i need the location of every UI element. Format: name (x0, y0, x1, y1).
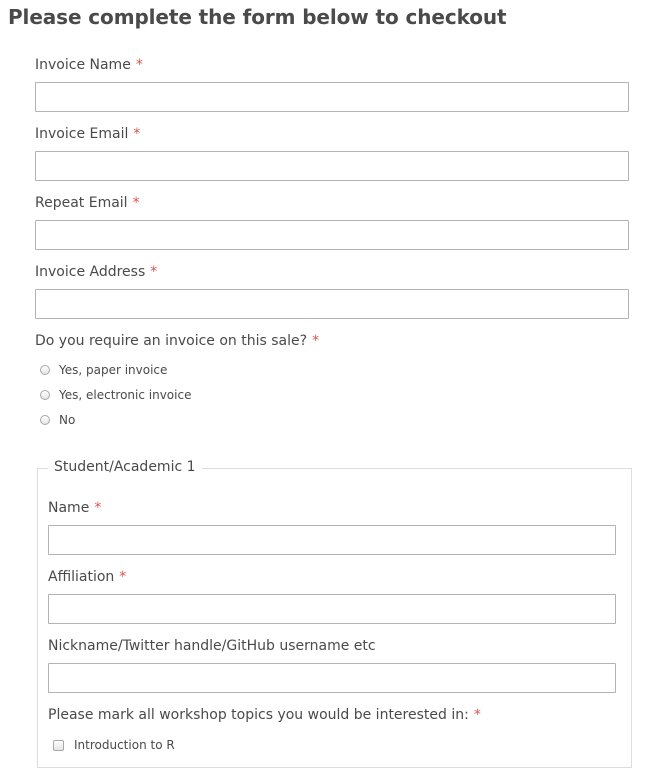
page-title: Please complete the form below to checko… (8, 5, 507, 29)
radio-option-electronic-invoice[interactable]: Yes, electronic invoice (40, 386, 191, 404)
workshop-topics-label: Please mark all workshop topics you woul… (48, 707, 481, 723)
invoice-email-label-text: Invoice Email (35, 126, 129, 142)
radio-option-label: No (59, 413, 76, 427)
repeat-email-label-text: Repeat Email (35, 195, 128, 211)
required-asterisk: * (94, 500, 102, 516)
repeat-email-input[interactable] (35, 220, 629, 250)
invoice-name-label: Invoice Name * (35, 57, 143, 73)
student-name-label-text: Name (48, 500, 90, 516)
radio-button[interactable] (40, 390, 50, 400)
required-asterisk: * (150, 264, 158, 280)
radio-button[interactable] (40, 365, 50, 375)
radio-option-paper-invoice[interactable]: Yes, paper invoice (40, 361, 167, 379)
radio-option-no[interactable]: No (40, 411, 75, 429)
nickname-input[interactable] (48, 663, 616, 693)
invoice-question-label: Do you require an invoice on this sale? * (35, 333, 319, 349)
repeat-email-label: Repeat Email * (35, 195, 140, 211)
invoice-address-label: Invoice Address * (35, 264, 157, 280)
affiliation-input[interactable] (48, 594, 616, 624)
student-name-label: Name * (48, 500, 101, 516)
topic-label: Introduction to R (74, 738, 175, 752)
student-name-input[interactable] (48, 525, 616, 555)
radio-button[interactable] (40, 415, 50, 425)
invoice-question-label-text: Do you require an invoice on this sale? (35, 333, 308, 349)
required-asterisk: * (132, 195, 140, 211)
invoice-address-input[interactable] (35, 289, 629, 319)
nickname-label-text: Nickname/Twitter handle/GitHub username … (48, 638, 376, 654)
required-asterisk: * (312, 333, 320, 349)
radio-option-label: Yes, electronic invoice (59, 388, 192, 402)
invoice-name-label-text: Invoice Name (35, 57, 131, 73)
radio-option-label: Yes, paper invoice (59, 363, 168, 377)
invoice-name-input[interactable] (35, 82, 629, 112)
invoice-address-label-text: Invoice Address (35, 264, 146, 280)
required-asterisk: * (119, 569, 127, 585)
required-asterisk: * (473, 707, 481, 723)
affiliation-label: Affiliation * (48, 569, 126, 585)
nickname-label: Nickname/Twitter handle/GitHub username … (48, 638, 376, 654)
required-asterisk: * (133, 126, 141, 142)
student-academic-legend: Student/Academic 1 (48, 459, 202, 475)
required-asterisk: * (135, 57, 143, 73)
invoice-email-label: Invoice Email * (35, 126, 140, 142)
workshop-topics-label-text: Please mark all workshop topics you woul… (48, 707, 469, 723)
topic-introduction-to-r[interactable]: Introduction to R (53, 736, 175, 754)
checkbox[interactable] (53, 739, 64, 751)
affiliation-label-text: Affiliation (48, 569, 115, 585)
invoice-email-input[interactable] (35, 151, 629, 181)
